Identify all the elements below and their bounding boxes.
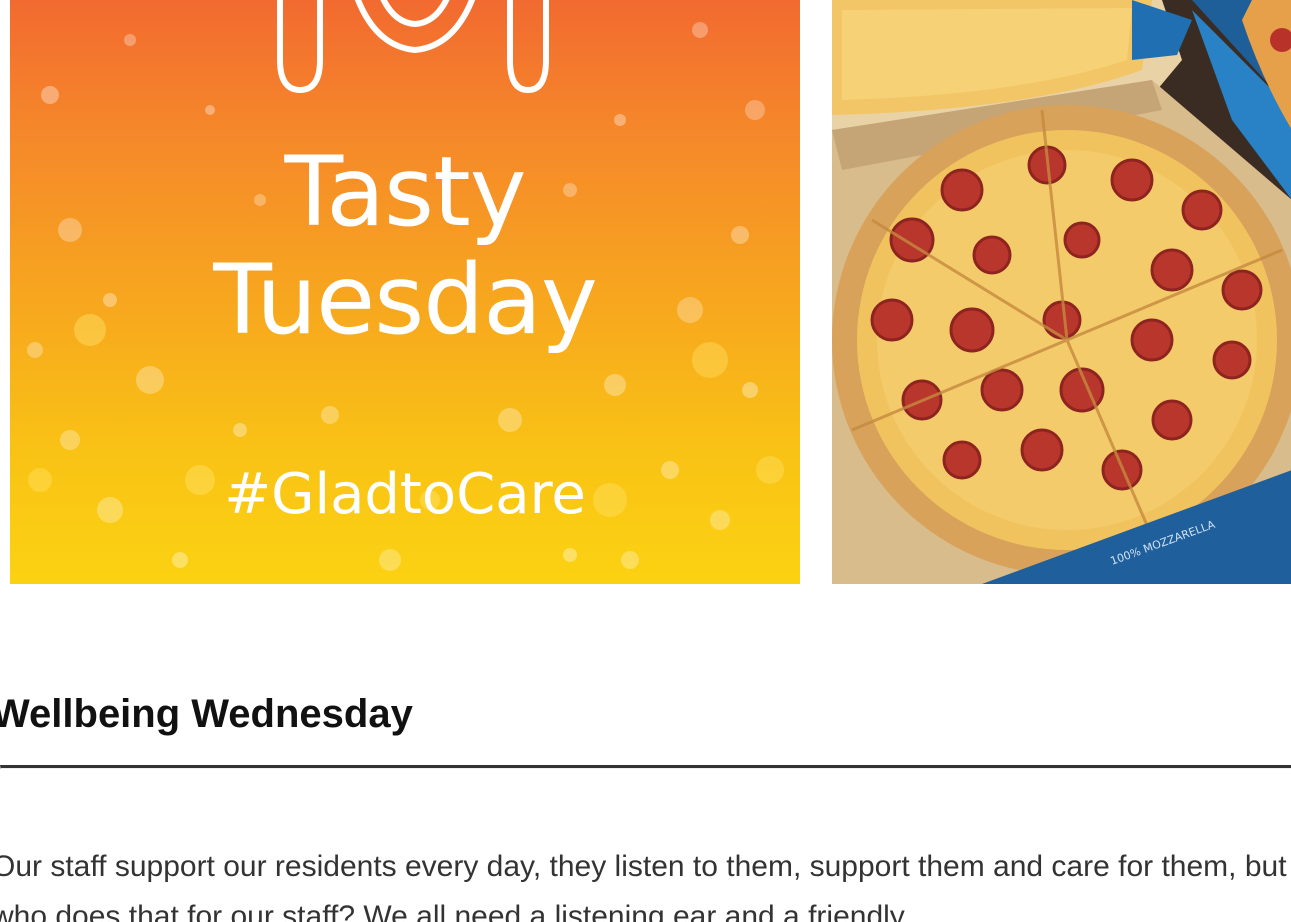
section-divider xyxy=(0,765,1291,769)
section-body-text: Our staff support our residents every da… xyxy=(0,850,1287,922)
plate-cutlery-icon xyxy=(277,0,549,94)
promo-title-line-2: Tuesday xyxy=(213,244,598,356)
promo-hashtag: #GladtoCare xyxy=(224,462,586,527)
pizza-photo: 100% MOZZARELLA xyxy=(832,0,1291,584)
page: Tasty Tuesday #GladtoCare 100% MOZZARELL… xyxy=(0,0,1291,922)
promo-title-line-1: Tasty xyxy=(284,136,526,248)
section-heading: Wellbeing Wednesday xyxy=(0,692,413,736)
tasty-tuesday-graphic: Tasty Tuesday #GladtoCare xyxy=(10,0,800,584)
pizza-illustration: 100% MOZZARELLA xyxy=(832,0,1291,584)
